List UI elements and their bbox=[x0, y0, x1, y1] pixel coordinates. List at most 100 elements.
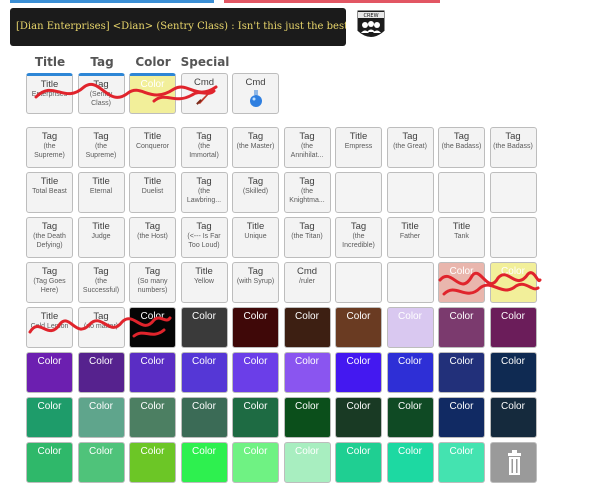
cosmetic-tile[interactable]: Title Tank bbox=[438, 217, 485, 258]
cosmetic-tile[interactable]: Color bbox=[232, 397, 279, 438]
tile-label: (no matter) bbox=[83, 323, 119, 330]
tile-label: Total Beast bbox=[32, 188, 67, 195]
tile-label: (<--- Is Far Too Loud) bbox=[187, 233, 221, 249]
cosmetic-tile[interactable]: Tag (the Great) bbox=[386, 127, 434, 168]
cosmetic-tile[interactable]: Color bbox=[386, 307, 434, 348]
tile-label: Cold Lemon bbox=[30, 323, 69, 330]
equipped-slot[interactable]: Cmd bbox=[232, 73, 279, 114]
cosmetic-tile[interactable]: Tag (the Immortal) bbox=[180, 127, 228, 168]
cosmetic-tile[interactable]: Tag (the Death Defying) bbox=[26, 217, 73, 258]
cosmetic-tile[interactable]: Tag (the Supreme) bbox=[77, 127, 125, 168]
cosmetic-tile[interactable]: Color bbox=[386, 397, 434, 438]
cosmetic-tile[interactable]: Title Duelist bbox=[129, 172, 176, 213]
cosmetic-tile[interactable]: Color bbox=[26, 352, 73, 393]
empty-slot[interactable] bbox=[335, 262, 382, 303]
cosmetic-tile[interactable]: Tag (the Badass) bbox=[489, 127, 537, 168]
cosmetic-tile[interactable]: Cmd/ruler bbox=[283, 262, 331, 303]
cosmetic-tile[interactable]: Color bbox=[386, 442, 434, 483]
cosmetic-tile[interactable]: Color bbox=[129, 352, 176, 393]
cosmetic-tile[interactable]: Color bbox=[489, 307, 537, 348]
empty-slot[interactable] bbox=[489, 172, 537, 213]
tile-kind: Color bbox=[243, 311, 268, 322]
equipped-slot[interactable]: Title Enterprises bbox=[26, 73, 73, 114]
cosmetic-tile[interactable]: Title Total Beast bbox=[26, 172, 73, 213]
tile-kind: Tag bbox=[93, 131, 109, 142]
cosmetic-tile[interactable]: Color bbox=[335, 397, 382, 438]
cosmetic-tile[interactable]: Tag (the Knightma... bbox=[283, 172, 331, 213]
tile-label: (Sentry Class) bbox=[89, 91, 113, 107]
cosmetic-tile[interactable]: Title Yellow bbox=[180, 262, 228, 303]
empty-slot[interactable] bbox=[438, 172, 485, 213]
cosmetic-tile[interactable]: Tag (the Lawbring... bbox=[180, 172, 228, 213]
empty-slot[interactable] bbox=[386, 262, 434, 303]
cosmetic-tile[interactable]: Color bbox=[335, 442, 382, 483]
cosmetic-tile[interactable]: Color bbox=[489, 352, 537, 393]
cosmetic-tile[interactable]: Color bbox=[180, 352, 228, 393]
tile-label: (the Death Defying) bbox=[33, 233, 66, 249]
cosmetic-tile[interactable]: Color bbox=[180, 307, 228, 348]
delete-button[interactable] bbox=[489, 442, 537, 483]
tile-kind: Color bbox=[140, 311, 165, 322]
cosmetic-tile[interactable]: Color bbox=[438, 397, 485, 438]
cosmetic-tile[interactable]: Color bbox=[438, 262, 485, 303]
cosmetic-tile[interactable]: Color bbox=[438, 442, 485, 483]
equipped-slot[interactable]: Color bbox=[129, 73, 176, 114]
cosmetic-tile[interactable]: Tag (the Supreme) bbox=[26, 127, 73, 168]
tile-label: Father bbox=[399, 233, 421, 240]
cosmetic-tile[interactable]: Color bbox=[489, 397, 537, 438]
cosmetic-tile[interactable]: Tag (the Host) bbox=[129, 217, 176, 258]
cosmetic-tile[interactable]: Title Unique bbox=[232, 217, 279, 258]
cosmetic-tile[interactable]: Color bbox=[283, 397, 331, 438]
cosmetic-tile[interactable]: Title Conqueror bbox=[129, 127, 176, 168]
cosmetic-tile[interactable]: Color bbox=[335, 352, 382, 393]
cosmetic-tile[interactable]: Title Empress bbox=[335, 127, 382, 168]
cosmetic-tile[interactable]: Color bbox=[232, 307, 279, 348]
cosmetic-tile[interactable]: Tag (So many numbers) bbox=[129, 262, 176, 303]
cosmetic-tile[interactable]: Tag (the Annihilat... bbox=[283, 127, 331, 168]
empty-slot[interactable] bbox=[489, 217, 537, 258]
cosmetic-tile[interactable]: Color bbox=[232, 352, 279, 393]
cosmetic-tile[interactable]: Color bbox=[129, 397, 176, 438]
cosmetic-tile[interactable]: Tag (<--- Is Far Too Loud) bbox=[180, 217, 228, 258]
tile-kind: Title bbox=[143, 131, 162, 142]
cosmetic-tile[interactable]: Color bbox=[129, 307, 176, 348]
cosmetic-tile[interactable]: Tag (Skilled) bbox=[232, 172, 279, 213]
cosmetic-tile[interactable]: Color bbox=[438, 352, 485, 393]
cosmetic-tile[interactable]: Tag (the Successful) bbox=[77, 262, 125, 303]
cosmetic-tile[interactable]: Color bbox=[77, 397, 125, 438]
cosmetic-tile[interactable]: Color bbox=[77, 352, 125, 393]
cosmetic-tile[interactable]: Color bbox=[489, 262, 537, 303]
cosmetic-tile[interactable]: Color bbox=[283, 442, 331, 483]
cosmetic-tile[interactable]: Title Father bbox=[386, 217, 434, 258]
cosmetic-tile[interactable]: Color bbox=[180, 442, 228, 483]
equipped-slot[interactable]: Cmd bbox=[180, 73, 228, 114]
tile-kind: Title bbox=[143, 176, 162, 187]
cosmetic-tile[interactable]: Tag (with Syrup) bbox=[232, 262, 279, 303]
cosmetic-tile[interactable]: Color bbox=[232, 442, 279, 483]
cosmetic-tile[interactable]: Color bbox=[438, 307, 485, 348]
cosmetic-tile[interactable]: Tag (the Badass) bbox=[438, 127, 485, 168]
tile-kind: Color bbox=[295, 311, 319, 322]
cosmetic-tile[interactable]: Color bbox=[283, 352, 331, 393]
cosmetic-tile[interactable]: Color bbox=[26, 442, 73, 483]
cosmetic-tile[interactable]: Title Eternal bbox=[77, 172, 125, 213]
cosmetic-tile[interactable]: Title Cold Lemon bbox=[26, 307, 73, 348]
tile-label: Tank bbox=[454, 233, 469, 240]
cosmetic-tile[interactable]: Tag (the Titan) bbox=[283, 217, 331, 258]
empty-slot[interactable] bbox=[335, 172, 382, 213]
cosmetic-tile[interactable]: Color bbox=[386, 352, 434, 393]
cosmetic-tile[interactable]: Tag (Tag Goes Here) bbox=[26, 262, 73, 303]
empty-slot[interactable] bbox=[386, 172, 434, 213]
cosmetic-tile[interactable]: Color bbox=[335, 307, 382, 348]
cosmetic-tile[interactable]: Color bbox=[77, 442, 125, 483]
cosmetic-tile[interactable]: Color bbox=[180, 397, 228, 438]
cosmetic-tile[interactable]: Title Judge bbox=[77, 217, 125, 258]
cosmetic-tile[interactable]: Color bbox=[129, 442, 176, 483]
cosmetic-tile[interactable]: Tag (no matter) bbox=[77, 307, 125, 348]
equipped-slot[interactable]: Tag (Sentry Class) bbox=[77, 73, 125, 114]
cosmetic-tile[interactable]: Color bbox=[283, 307, 331, 348]
cosmetic-tile[interactable]: Tag (the Incredible) bbox=[335, 217, 382, 258]
cosmetic-tile[interactable]: Color bbox=[26, 397, 73, 438]
cosmetic-tile[interactable]: Tag (the Master) bbox=[232, 127, 279, 168]
tile-kind: Color bbox=[243, 401, 268, 412]
